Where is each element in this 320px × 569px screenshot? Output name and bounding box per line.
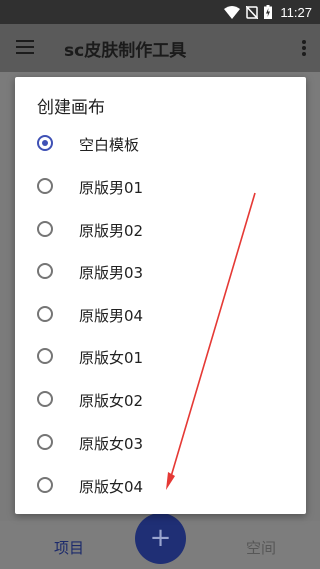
option-label: 原版男02 xyxy=(79,222,144,240)
option-label: 原版女04 xyxy=(79,478,144,496)
option-female-03[interactable]: 原版女03 xyxy=(15,423,306,465)
nav-space[interactable]: 空间 xyxy=(246,537,276,558)
option-label: 原版男01 xyxy=(79,179,144,197)
radio-button[interactable] xyxy=(37,348,53,364)
option-label: 原版女03 xyxy=(79,435,144,453)
option-female-04[interactable]: 原版女04 xyxy=(15,466,306,508)
option-female-02[interactable]: 原版女02 xyxy=(15,380,306,422)
hamburger-menu-icon[interactable] xyxy=(16,40,34,56)
radio-button[interactable] xyxy=(37,263,53,279)
app-bar: sc皮肤制作工具 xyxy=(0,24,320,72)
option-label: 原版女02 xyxy=(79,392,144,410)
option-male-03[interactable]: 原版男03 xyxy=(15,252,306,294)
status-icons: 11:27 xyxy=(224,5,312,20)
option-blank-template[interactable]: 空白模板 xyxy=(15,124,306,166)
option-female-01[interactable]: 原版女01 xyxy=(15,337,306,379)
radio-button-checked[interactable] xyxy=(37,135,53,151)
battery-charging-icon xyxy=(264,5,273,19)
status-bar: 11:27 xyxy=(0,0,320,24)
dialog-title: 创建画布 xyxy=(37,98,105,118)
app-title: sc皮肤制作工具 xyxy=(64,41,187,61)
option-male-01[interactable]: 原版男01 xyxy=(15,167,306,209)
option-label: 空白模板 xyxy=(79,136,140,154)
option-label: 原版男03 xyxy=(79,264,144,282)
add-fab-button[interactable]: + xyxy=(135,513,186,564)
radio-button[interactable] xyxy=(37,306,53,322)
no-sim-icon xyxy=(246,5,259,19)
more-options-icon[interactable] xyxy=(302,40,306,58)
status-time: 11:27 xyxy=(280,4,312,20)
wifi-icon xyxy=(224,5,241,19)
radio-button[interactable] xyxy=(37,391,53,407)
nav-projects[interactable]: 项目 xyxy=(54,537,84,558)
option-label: 原版男04 xyxy=(79,307,144,325)
option-male-04[interactable]: 原版男04 xyxy=(15,295,306,337)
radio-button[interactable] xyxy=(37,477,53,493)
radio-button[interactable] xyxy=(37,221,53,237)
radio-button[interactable] xyxy=(37,434,53,450)
radio-button[interactable] xyxy=(37,178,53,194)
option-male-02[interactable]: 原版男02 xyxy=(15,210,306,252)
create-canvas-dialog: 创建画布 空白模板 原版男01 原版男02 原版男03 原版男04 原版女01 … xyxy=(15,77,306,514)
option-label: 原版女01 xyxy=(79,349,144,367)
